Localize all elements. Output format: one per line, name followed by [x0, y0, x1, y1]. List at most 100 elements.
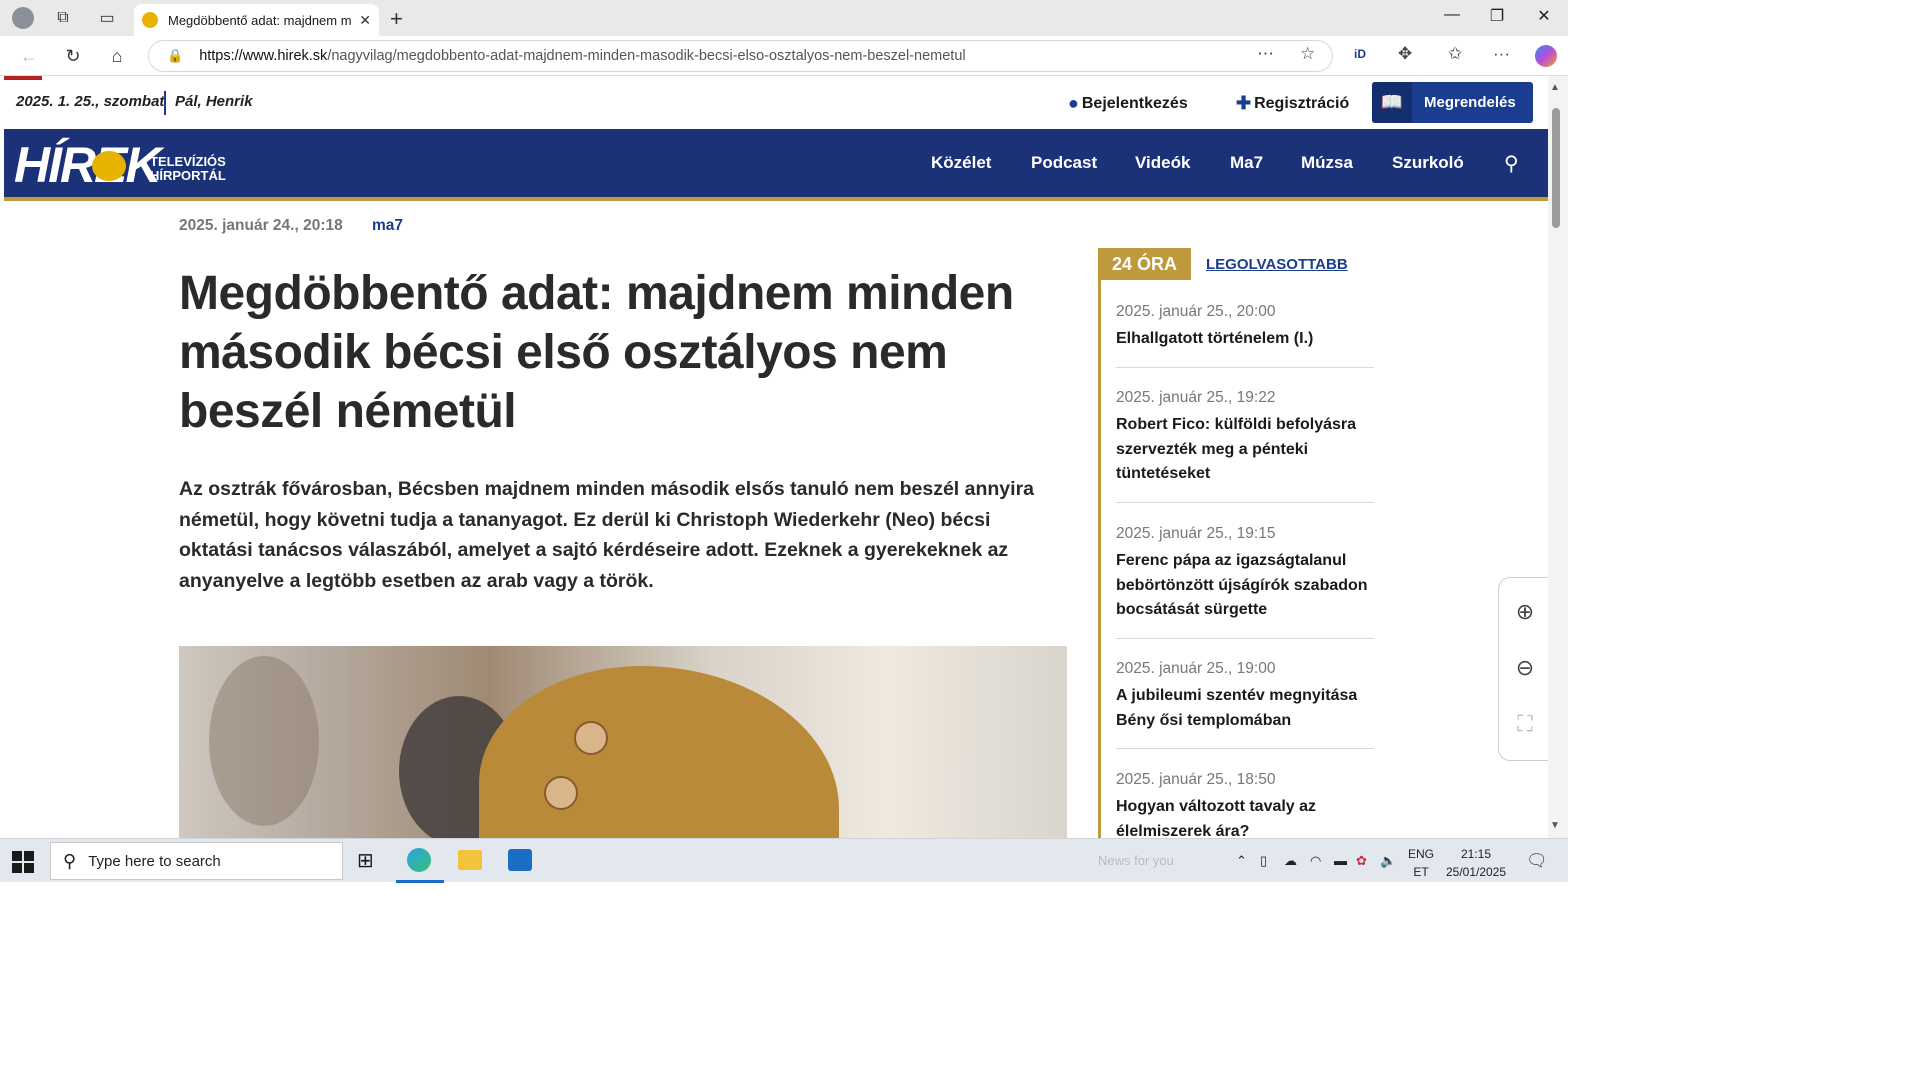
news-title[interactable]: Ferenc pápa az igazságtalanul bebörtönzö… [1116, 549, 1374, 623]
news-time: 2025. január 25., 18:50 [1116, 771, 1276, 788]
nav-ma7[interactable]: Ma7 [1230, 153, 1263, 173]
site-logo[interactable]: HÍREK TELEVÍZIÓS HÍRPORTÁL [14, 137, 244, 193]
news-title[interactable]: Elhallgatott történelem (I.) [1116, 327, 1374, 352]
device-icon[interactable]: ▯ [1260, 853, 1267, 869]
news-title[interactable]: Hogyan változott tavaly az élelmiszerek … [1116, 795, 1374, 838]
sidebar-news-item[interactable]: 2025. január 25., 19:15 Ferenc pápa az i… [1116, 525, 1374, 639]
news-widget[interactable]: News for you [1098, 853, 1174, 868]
site-favicon-icon [142, 12, 158, 28]
new-tab-button[interactable]: + [390, 6, 403, 32]
url-field[interactable]: 🔒 https://www.hirek.sk /nagyvilag/megdob… [148, 40, 1333, 72]
login-link[interactable]: ● Bejelentkezés [1068, 93, 1188, 114]
web-page: 2025. 1. 25., szombat Pál, Henrik ● Beje… [4, 76, 1548, 838]
tray-chevron-icon[interactable]: ⌃ [1236, 853, 1247, 869]
edge-browser-icon[interactable] [407, 848, 431, 872]
zoom-out-icon[interactable]: ⊖ [1511, 654, 1539, 682]
notifications-icon[interactable]: 🗨 [1526, 851, 1548, 871]
scrollbar-thumb[interactable] [1552, 108, 1560, 228]
minimize-icon[interactable]: — [1432, 6, 1472, 24]
clock-time: 21:15 [1460, 847, 1492, 861]
register-link[interactable]: ✚ Regisztráció [1236, 93, 1349, 114]
article-hero-image [179, 646, 1067, 838]
divider [164, 91, 166, 115]
nav-muzsa[interactable]: Múzsa [1301, 153, 1353, 173]
extensions-icon[interactable]: ✥ [1398, 44, 1412, 64]
article-lead: Az osztrák fővárosban, Bécsben majdnem m… [179, 478, 1035, 592]
register-label: Regisztráció [1254, 94, 1350, 112]
scroll-down-icon[interactable]: ▼ [1550, 820, 1560, 831]
search-icon[interactable]: ⚲ [1504, 151, 1519, 176]
zoom-in-icon[interactable]: ⊕ [1511, 598, 1539, 626]
nav-kozelet[interactable]: Közélet [931, 153, 991, 173]
tab-legolvasottabb[interactable]: LEGOLVASOTTABB [1206, 256, 1348, 273]
news-title[interactable]: A jubileumi szentév megnyitása Bény ősi … [1116, 684, 1374, 733]
image-headscarf [479, 666, 839, 838]
image-flower [574, 721, 608, 755]
vertical-tabs-icon[interactable]: ▭ [94, 6, 120, 30]
nav-podcast[interactable]: Podcast [1031, 153, 1097, 173]
back-icon[interactable]: ← [16, 44, 42, 68]
lock-icon[interactable]: 🔒 [167, 48, 183, 64]
main-navbar: HÍREK TELEVÍZIÓS HÍRPORTÁL Közélet Podca… [4, 129, 1548, 201]
sidebar-news-item[interactable]: 2025. január 25., 19:00 A jubileumi szen… [1116, 660, 1374, 749]
onedrive-icon[interactable]: ☁ [1284, 853, 1297, 869]
tab-24-ora[interactable]: 24 ÓRA [1098, 248, 1191, 280]
home-icon[interactable]: ⌂ [104, 44, 130, 68]
system-clock[interactable]: 21:15 25/01/2025 [1440, 845, 1512, 881]
more-menu-icon[interactable]: ··· [1493, 44, 1510, 64]
volume-icon[interactable]: 🔈 [1380, 853, 1396, 869]
logo-subtitle-line1: TELEVÍZIÓS [150, 154, 226, 169]
id-extension-icon[interactable]: iD [1354, 47, 1366, 61]
scroll-up-icon[interactable]: ▲ [1550, 82, 1560, 93]
order-button[interactable]: 📖 Megrendelés [1372, 82, 1533, 123]
nav-szurkolo[interactable]: Szurkoló [1392, 153, 1464, 173]
order-label: Megrendelés [1424, 94, 1516, 111]
language-code: ENG [1407, 847, 1434, 861]
tab-title: Megdöbbentő adat: majdnem minden második… [168, 12, 352, 28]
battery-icon[interactable]: ▬ [1334, 853, 1347, 868]
copilot-icon[interactable] [1535, 45, 1557, 67]
nameday: Pál, Henrik [175, 93, 253, 110]
sidebar-news-item[interactable]: 2025. január 25., 18:50 Hogyan változott… [1116, 771, 1374, 838]
active-tab[interactable]: Megdöbbentő adat: majdnem minden második… [134, 4, 379, 36]
news-time: 2025. január 25., 19:22 [1116, 389, 1276, 406]
current-date: 2025. 1. 25., szombat [16, 93, 165, 110]
input-language[interactable]: ENG ET [1404, 845, 1438, 881]
search-icon: ⚲ [63, 850, 77, 871]
taskbar-search-field[interactable]: ⚲ Type here to search [50, 842, 343, 880]
wifi-icon[interactable]: ◠ [1310, 853, 1321, 869]
zoom-panel: ⊕ ⊖ ⛶ [1498, 577, 1550, 761]
file-explorer-icon[interactable] [458, 850, 482, 870]
article-category-link[interactable]: ma7 [372, 217, 403, 235]
favorite-star-icon[interactable]: ☆ [1300, 44, 1315, 64]
news-title[interactable]: Robert Fico: külföldi befolyásra szervez… [1116, 413, 1374, 487]
taskbar-search-placeholder: Type here to search [88, 852, 221, 870]
news-time: 2025. január 25., 19:15 [1116, 525, 1276, 542]
outlook-icon[interactable] [508, 849, 532, 871]
active-app-indicator [396, 880, 444, 883]
restore-icon[interactable]: ❐ [1477, 6, 1517, 26]
news-time: 2025. január 25., 20:00 [1116, 303, 1276, 320]
collections-icon[interactable]: ⧉ [50, 6, 76, 30]
profile-avatar[interactable] [10, 6, 36, 30]
tab-close-icon[interactable]: ✕ [359, 12, 371, 29]
nav-videok[interactable]: Videók [1135, 153, 1190, 173]
sidebar-news-item[interactable]: 2025. január 25., 19:22 Robert Fico: kül… [1116, 389, 1374, 503]
user-circle-icon: ● [1068, 93, 1079, 113]
clock-date: 25/01/2025 [1445, 865, 1507, 879]
fit-screen-icon[interactable]: ⛶ [1511, 710, 1539, 738]
keyboard-layout: ET [1413, 865, 1429, 879]
url-path: /nagyvilag/megdobbento-adat-majdnem-mind… [327, 48, 966, 64]
favorites-icon[interactable]: ✩ [1448, 44, 1462, 64]
app-tray-icon[interactable]: ✿ [1356, 853, 1367, 869]
task-view-icon[interactable]: ⊞ [357, 848, 374, 873]
close-window-icon[interactable]: ✕ [1524, 6, 1564, 26]
top-utility-bar: 2025. 1. 25., szombat Pál, Henrik ● Beje… [4, 76, 1548, 129]
sidebar-news-item[interactable]: 2025. január 25., 20:00 Elhallgatott tör… [1116, 303, 1374, 368]
refresh-icon[interactable]: ↻ [60, 44, 86, 68]
login-label: Bejelentkezés [1081, 94, 1188, 112]
url-domain: https://www.hirek.sk [199, 48, 328, 64]
reader-options-icon[interactable]: ⋯ [1257, 44, 1274, 64]
address-bar-row: ← ↻ ⌂ 🔒 https://www.hirek.sk /nagyvilag/… [0, 36, 1568, 76]
windows-start-icon[interactable] [12, 851, 34, 873]
